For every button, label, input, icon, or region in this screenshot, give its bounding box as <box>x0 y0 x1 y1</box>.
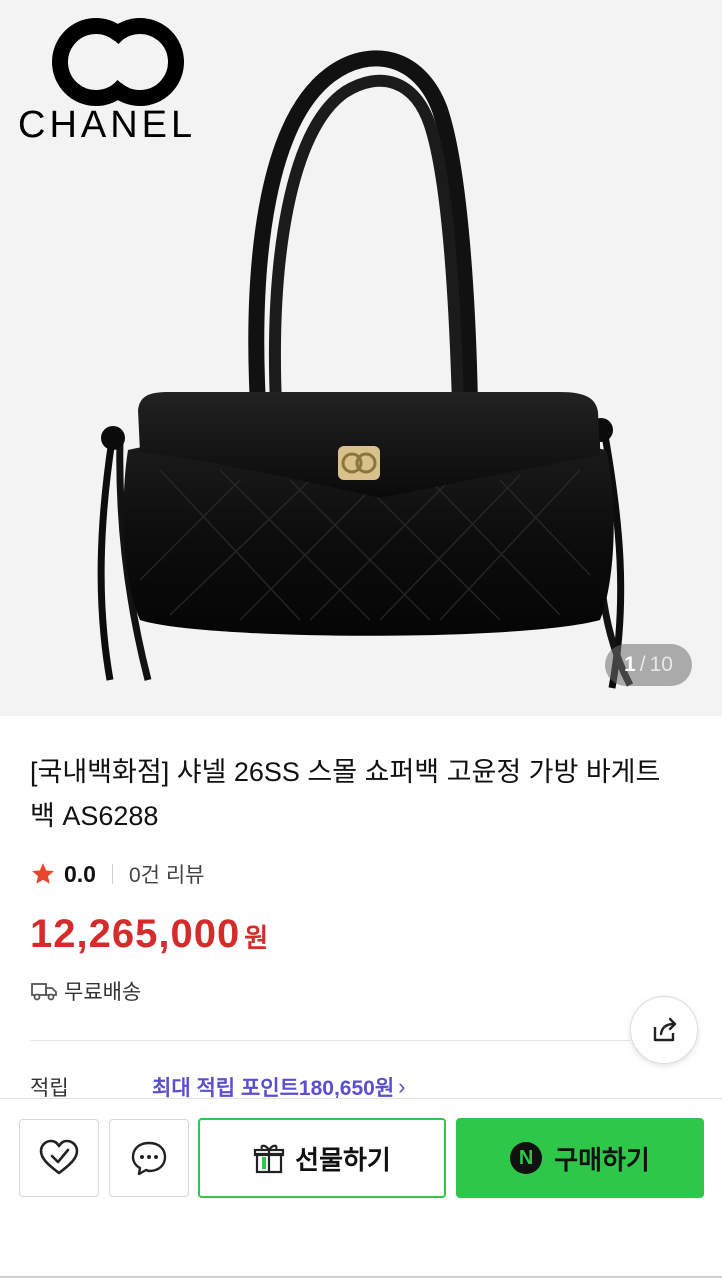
shipping-text: 무료배송 <box>64 981 142 1004</box>
product-title: [국내백화점] 샤넬 26SS 스몰 쇼퍼백 고윤정 가방 바게트백 AS628… <box>30 757 661 831</box>
bottom-action-bar: 선물하기 N 구매하기 <box>0 1098 722 1278</box>
gift-button[interactable]: 선물하기 <box>198 1118 446 1198</box>
buy-label: 구매하기 <box>554 1144 650 1175</box>
chevron-right-icon: › <box>398 1074 406 1099</box>
brand-name: CHANEL <box>18 104 197 146</box>
gallery-pager: 1 / 10 <box>605 644 692 686</box>
price-amount: 12,265,000 <box>30 912 241 956</box>
share-icon <box>653 1017 677 1042</box>
rating-value: 0.0 <box>64 860 96 887</box>
buy-button[interactable]: N 구매하기 <box>456 1118 704 1198</box>
price-row: 12,265,000 원 <box>30 912 268 957</box>
shipping-row: 무료배송 <box>30 976 141 1006</box>
gift-label: 선물하기 <box>295 1144 391 1175</box>
wishlist-button[interactable] <box>19 1119 99 1197</box>
product-image-gallery[interactable]: CHANEL 1 / 10 <box>0 0 722 716</box>
star-icon <box>32 863 54 884</box>
price-currency: 원 <box>244 923 269 953</box>
pager-total: 10 <box>649 653 673 676</box>
pager-separator: / <box>639 653 646 676</box>
npay-icon: N <box>510 1142 543 1174</box>
review-count[interactable]: 0건 리뷰 <box>129 859 204 889</box>
truck-icon <box>31 983 57 1001</box>
chat-button[interactable] <box>109 1119 189 1197</box>
rating-row[interactable]: 0.0 0건 리뷰 <box>30 858 204 890</box>
gift-icon <box>254 1144 285 1174</box>
rating-divider <box>111 864 113 884</box>
chat-bubble-icon <box>131 1141 167 1176</box>
share-button[interactable] <box>630 996 698 1064</box>
pager-current: 1 <box>624 653 636 676</box>
section-divider <box>30 1040 630 1041</box>
heart-check-icon <box>39 1139 79 1175</box>
